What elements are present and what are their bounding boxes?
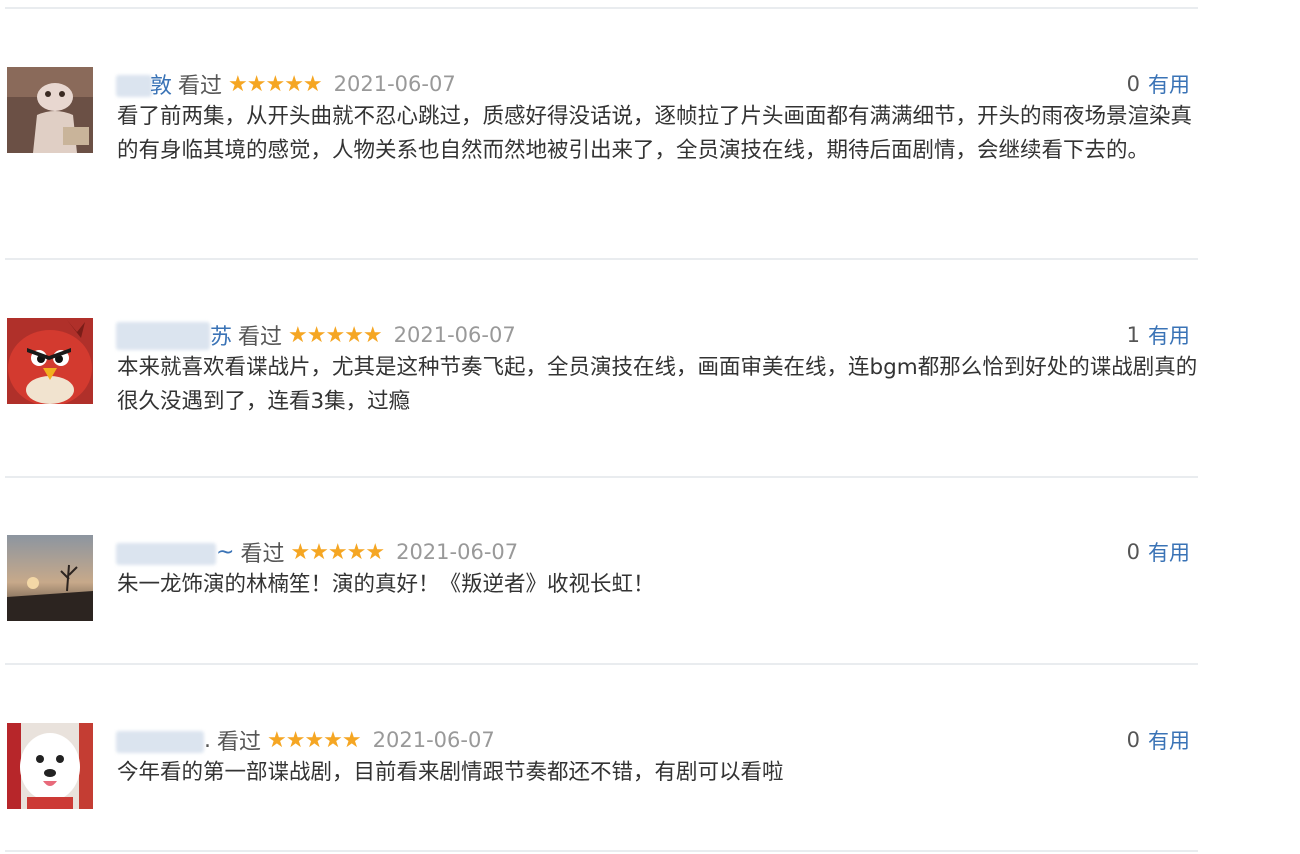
useful-button[interactable]: 有用 (1148, 320, 1190, 350)
username[interactable]: ~ (216, 540, 234, 565)
review-content: 朱一龙饰演的林楠笙！演的真好！《叛逆者》收视长虹！ (117, 572, 655, 597)
sunset-avatar-icon[interactable] (7, 535, 93, 621)
star-rating: ★★★★★ (290, 539, 385, 565)
divider (5, 663, 1198, 665)
watched-label: 看过 (238, 325, 283, 350)
useful-button[interactable]: 有用 (1148, 537, 1190, 567)
review-content: 今年看的第一部谍战剧，目前看来剧情跟节奏都还不错，有剧可以看啦 (117, 760, 784, 785)
review-content: 看了前两集，从开头曲就不忍心跳过，质感好得没话说，逐帧拉了片头画面都有满满细节，… (117, 104, 1193, 163)
review-content: 本来就喜欢看谍战片，尤其是这种节奏飞起，全员演技在线，画面审美在线，连bgm都那… (117, 355, 1198, 414)
username-blurred (116, 322, 210, 350)
review-item: . 看过 ★★★★★ 2021-06-07 0 有用 今年看的第一部谍战剧，目前… (0, 723, 1300, 823)
review-item: ~ 看过 ★★★★★ 2021-06-07 0 有用 朱一龙饰演的林楠笙！演的真… (0, 535, 1300, 635)
useful-vote: 0 有用 (1127, 69, 1190, 99)
username-blurred (116, 731, 204, 753)
username[interactable]: 敦 (150, 68, 172, 100)
review-date: 2021-06-07 (333, 72, 456, 96)
username[interactable]: . (204, 728, 211, 753)
divider (5, 476, 1198, 478)
useful-vote: 0 有用 (1127, 537, 1190, 567)
star-rating: ★★★★★ (288, 322, 383, 348)
divider (5, 850, 1198, 852)
username[interactable]: 苏 (210, 319, 232, 351)
useful-count: 1 (1126, 323, 1140, 347)
divider (5, 258, 1198, 260)
useful-vote: 1 有用 (1127, 320, 1190, 350)
useful-count: 0 (1126, 728, 1140, 752)
username-blurred (116, 75, 152, 97)
username-blurred (116, 543, 216, 565)
white-dog-avatar-icon[interactable] (7, 723, 93, 809)
useful-button[interactable]: 有用 (1148, 69, 1190, 99)
watched-label: 看过 (240, 542, 285, 567)
useful-vote: 0 有用 (1127, 725, 1190, 755)
useful-count: 0 (1126, 540, 1140, 564)
star-rating: ★★★★★ (228, 71, 323, 97)
useful-button[interactable]: 有用 (1148, 725, 1190, 755)
review-date: 2021-06-07 (372, 728, 495, 752)
watched-label: 看过 (217, 730, 262, 755)
review-date: 2021-06-07 (396, 540, 519, 564)
review-item: 苏 看过 ★★★★★ 2021-06-07 1 有用 本来就喜欢看谍战片，尤其是… (0, 318, 1300, 458)
watched-label: 看过 (178, 74, 223, 99)
review-item: 敦 看过 ★★★★★ 2021-06-07 0 有用 看了前两集，从开头曲就不忍… (0, 67, 1300, 247)
review-date: 2021-06-07 (393, 323, 516, 347)
divider (5, 7, 1198, 9)
useful-count: 0 (1126, 72, 1140, 96)
star-rating: ★★★★★ (267, 727, 362, 753)
cat-avatar-icon[interactable] (7, 67, 93, 153)
angry-bird-avatar-icon[interactable] (7, 318, 93, 404)
